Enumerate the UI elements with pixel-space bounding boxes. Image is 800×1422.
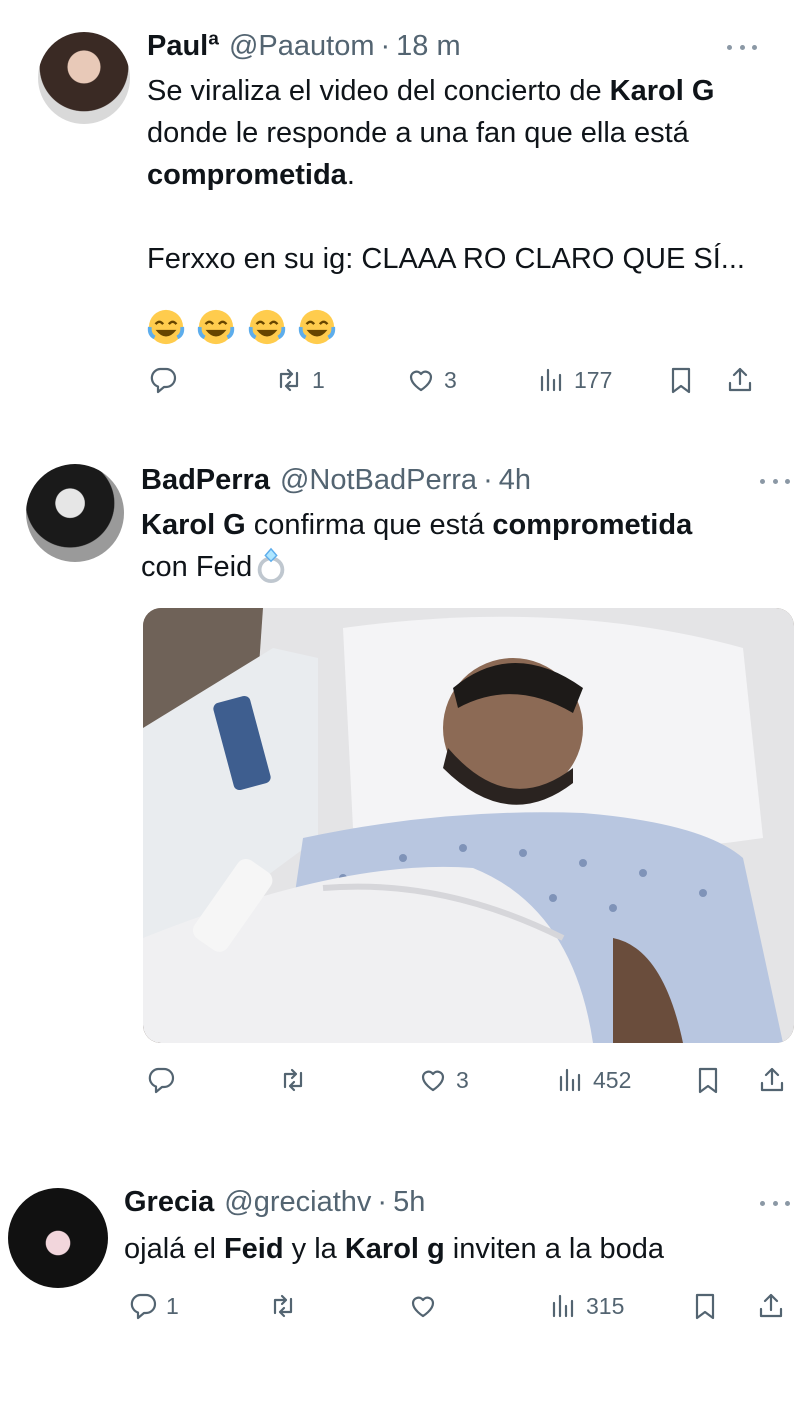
views-button[interactable]: 315 (548, 1286, 624, 1326)
more-icon[interactable] (760, 476, 790, 486)
timestamp[interactable]: 18 m (396, 30, 460, 63)
laughing-emoji (299, 309, 336, 345)
separator: · (483, 464, 493, 496)
text-line: Ferxxo en su ig: CLAAA RO CLARO QUE SÍ..… (147, 243, 745, 275)
action-bar: 1 3 177 (0, 360, 800, 400)
ring-emoji (257, 547, 285, 584)
like-icon (411, 1296, 435, 1318)
like-count: 3 (444, 366, 457, 393)
views-icon (552, 1294, 574, 1318)
display-name[interactable]: Paulª (147, 30, 219, 63)
tweet[interactable]: Paulª @Paautom · 18 m Se viraliza el vid… (0, 0, 800, 420)
share-icon (728, 367, 752, 392)
bookmark-button[interactable] (690, 1286, 720, 1326)
reply-button[interactable] (146, 1060, 184, 1100)
reply-icon (148, 1067, 175, 1094)
tweet-header: Grecia @greciathv · 5h (124, 1186, 425, 1219)
tweet-header: BadPerra @NotBadPerra · 4h (141, 464, 531, 497)
display-name[interactable]: BadPerra (141, 464, 270, 497)
views-icon (559, 1068, 581, 1092)
bookmark-icon (698, 1067, 718, 1094)
retweet-icon (273, 1294, 293, 1318)
like-button[interactable]: 3 (418, 1060, 469, 1100)
bookmark-icon (671, 367, 691, 394)
text-line: ojalá el Feid y la Karol g inviten a la … (124, 1233, 665, 1265)
tweet-text: Se viraliza el video del concierto de Ka… (147, 70, 777, 280)
tweet[interactable]: Grecia @greciathv · 5h ojalá el Feid y l… (0, 1170, 800, 1422)
action-bar: 1 315 (0, 1286, 800, 1326)
laughing-emoji (248, 309, 286, 345)
share-icon (759, 1293, 783, 1318)
views-button[interactable]: 177 (536, 360, 612, 400)
separator: · (380, 30, 391, 62)
retweet-icon (283, 1068, 303, 1092)
emoji-row (147, 308, 344, 348)
views-count: 177 (574, 366, 613, 393)
reply-icon (150, 367, 177, 394)
like-icon (421, 1070, 445, 1092)
reply-button[interactable] (148, 360, 186, 400)
share-icon (760, 1067, 784, 1092)
more-icon[interactable] (760, 1198, 790, 1208)
avatar[interactable] (38, 32, 130, 124)
retweet-count: 1 (312, 366, 325, 393)
share-button[interactable] (725, 360, 755, 400)
like-button[interactable]: 3 (406, 360, 457, 400)
text-line: con Feid (141, 546, 791, 588)
tweet-header: Paulª @Paautom · 18 m (147, 30, 461, 63)
action-bar: 3 452 (0, 1060, 800, 1100)
bookmark-icon (695, 1293, 715, 1320)
text-line: donde le responde a una fan que ella est… (147, 117, 689, 149)
reply-icon (130, 1293, 157, 1320)
bookmark-button[interactable] (693, 1060, 723, 1100)
retweet-button[interactable] (268, 1286, 306, 1326)
views-count: 452 (593, 1066, 632, 1093)
reply-count: 1 (166, 1292, 179, 1319)
text-line: Karol G confirma que está comprometida (141, 509, 693, 541)
like-count: 3 (456, 1066, 469, 1093)
user-handle[interactable]: @NotBadPerra (280, 464, 477, 497)
tweet-text: Karol G confirma que está comprometida c… (141, 504, 791, 588)
more-icon[interactable] (727, 42, 757, 52)
laughing-emoji (198, 309, 235, 345)
retweet-button[interactable] (278, 1060, 316, 1100)
avatar[interactable] (8, 1188, 108, 1288)
like-icon (409, 370, 433, 392)
laughing-emoji (147, 309, 185, 345)
text-line: comprometida. (147, 159, 355, 191)
tweet-text: ojalá el Feid y la Karol g inviten a la … (124, 1228, 794, 1270)
timestamp[interactable]: 4h (499, 464, 531, 497)
text-line: Se viraliza el video del concierto de Ka… (147, 75, 715, 107)
retweet-button[interactable]: 1 (274, 360, 325, 400)
display-name[interactable]: Grecia (124, 1186, 214, 1219)
retweet-icon (279, 368, 299, 392)
views-count: 315 (586, 1292, 625, 1319)
share-button[interactable] (756, 1286, 786, 1326)
tweet-media[interactable] (143, 608, 794, 1043)
reply-button[interactable]: 1 (128, 1286, 179, 1326)
separator: · (377, 1186, 388, 1218)
bookmark-button[interactable] (666, 360, 696, 400)
hospital-photo (143, 608, 794, 1043)
views-button[interactable]: 452 (555, 1060, 631, 1100)
avatar[interactable] (26, 464, 124, 562)
like-button[interactable] (408, 1286, 446, 1326)
user-handle[interactable]: @Paautom (229, 30, 375, 63)
user-handle[interactable]: @greciathv (224, 1186, 371, 1219)
share-button[interactable] (757, 1060, 787, 1100)
views-icon (540, 368, 562, 392)
timestamp[interactable]: 5h (393, 1186, 425, 1219)
